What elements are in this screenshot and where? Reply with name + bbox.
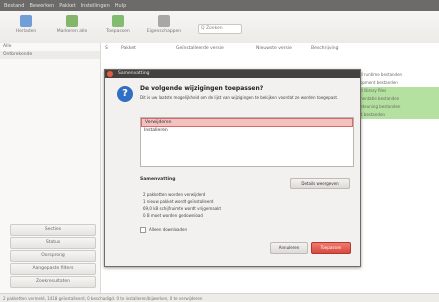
close-icon[interactable] <box>107 71 113 77</box>
dialog-heading: De volgende wijzigingen toepassen? <box>140 85 264 92</box>
list-item[interactable]: Verwijderen <box>141 118 353 127</box>
summary-dialog: Samenvatting ? De volgende wijzigingen t… <box>104 69 361 267</box>
download-only-checkbox[interactable]: Alleen downloaden <box>140 227 187 233</box>
list-item[interactable]: Installeren <box>141 127 353 134</box>
cancel-button[interactable]: Annuleren <box>270 242 308 254</box>
changes-list: Verwijderen Installeren <box>140 117 354 167</box>
checkbox-box[interactable] <box>140 227 146 233</box>
detail-line: 0 B moet worden gedownload <box>143 213 203 218</box>
show-details-button[interactable]: Details weergeven <box>290 178 350 189</box>
dialog-title: Samenvatting <box>118 71 150 76</box>
question-icon: ? <box>117 86 133 102</box>
dialog-description: Dit is uw laatste mogelijkheid om de lij… <box>140 95 339 100</box>
detail-line: 69,0 kB schijfruimte wordt vrijgemaakt <box>143 206 222 211</box>
detail-line: 2 pakketten worden verwijderd <box>143 192 206 197</box>
checkbox-label: Alleen downloaden <box>149 227 188 232</box>
detail-line: 1 nieuw pakket wordt geïnstalleerd <box>143 199 214 204</box>
apply-button[interactable]: Toepassen <box>311 242 351 254</box>
app-window: Bestand Bewerken Pakket Instellingen Hul… <box>0 0 439 302</box>
dialog-titlebar: Samenvatting <box>105 70 360 78</box>
details-label: Samenvatting <box>140 177 176 182</box>
